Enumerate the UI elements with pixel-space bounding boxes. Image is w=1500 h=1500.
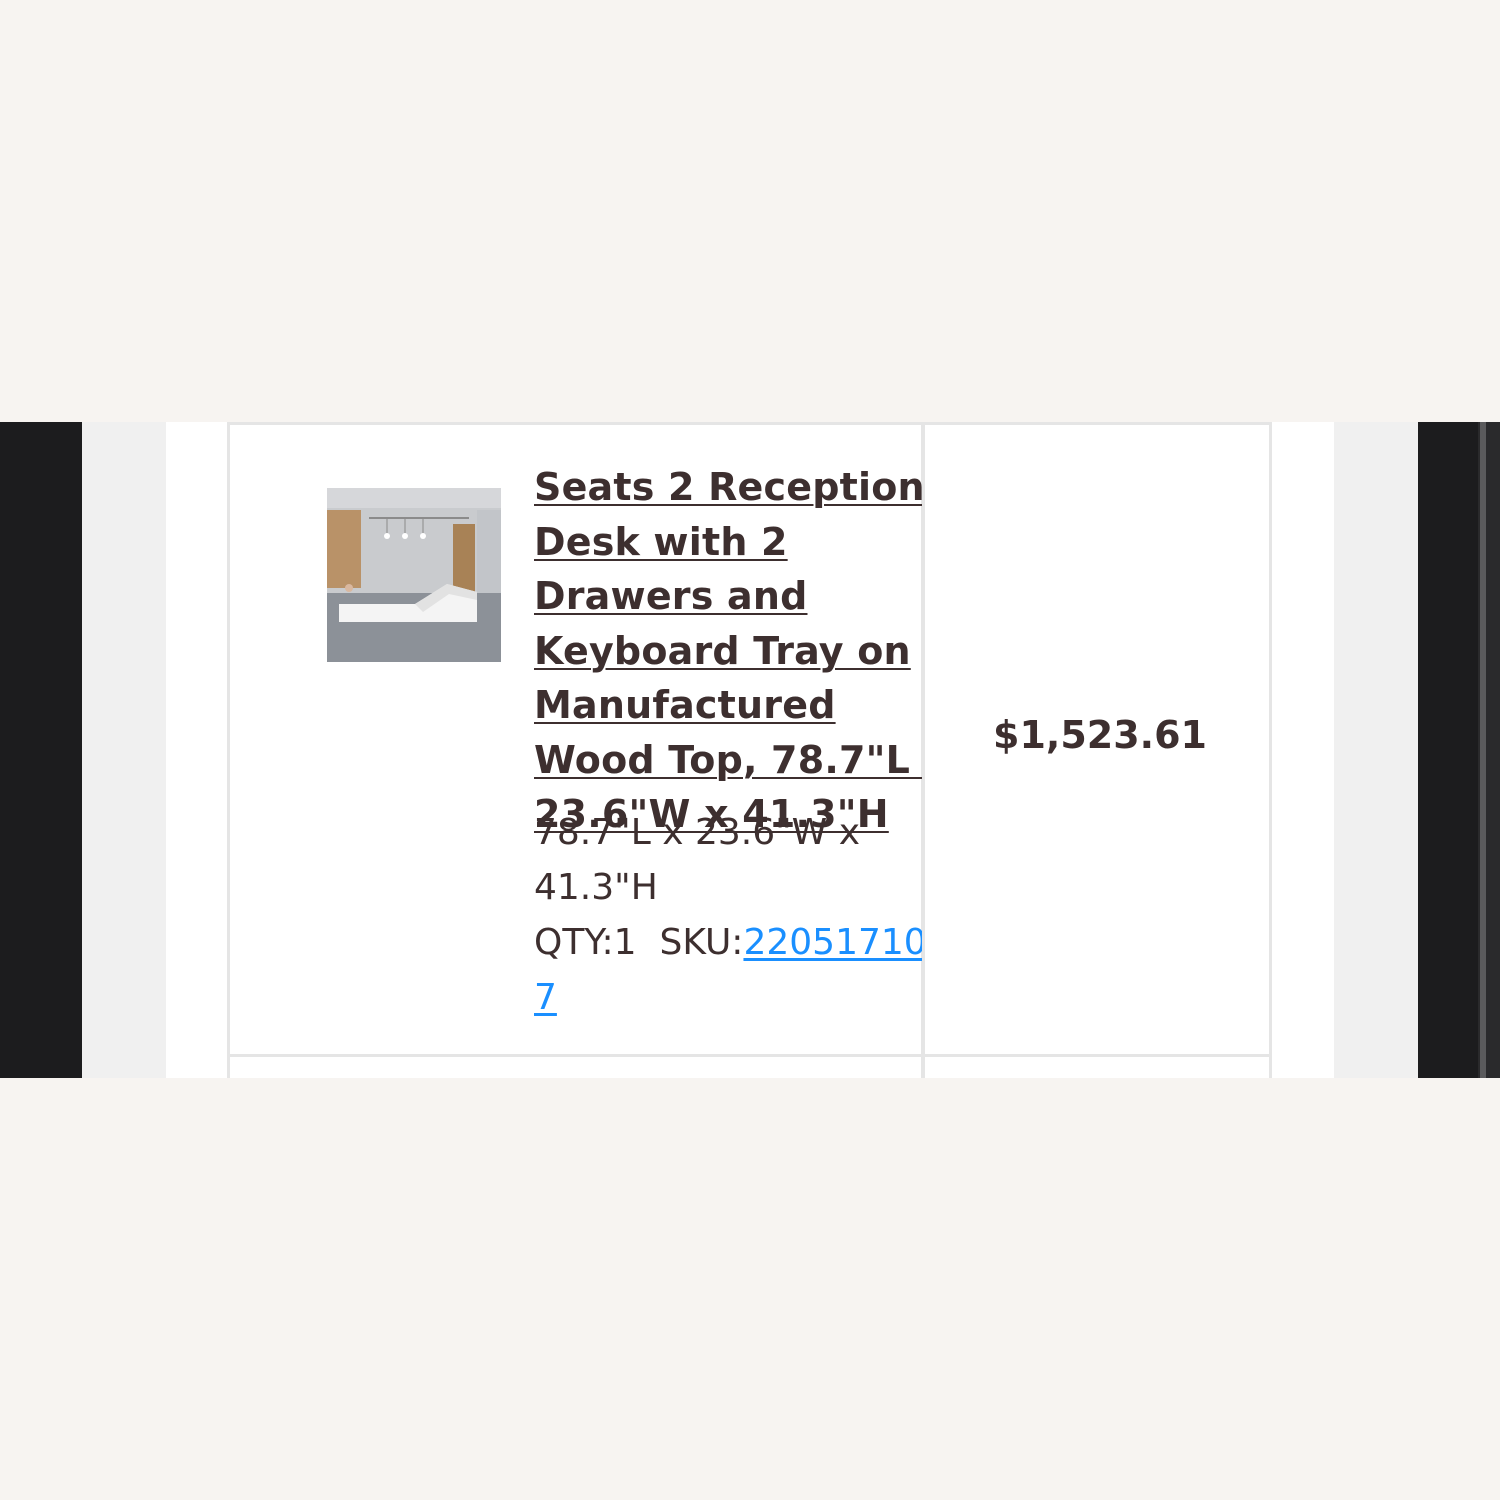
product-image-icon xyxy=(327,488,501,662)
next-row-product-cell xyxy=(227,1054,924,1078)
product-title-link[interactable]: Seats 2 Reception Desk with 2 Drawers an… xyxy=(534,460,954,842)
email-viewport: Seats 2 Reception Desk with 2 Drawers an… xyxy=(82,422,1418,1078)
price-cell: $1,523.61 xyxy=(922,422,1272,1058)
product-dimensions: 78.7"L x 23.6"W x 41.3"H xyxy=(534,812,861,908)
device-bezel-edge xyxy=(1480,422,1486,1078)
qty-label: QTY: xyxy=(534,922,614,963)
order-table: Seats 2 Reception Desk with 2 Drawers an… xyxy=(166,422,1334,1078)
qty-sku-line: QTY:1 SKU:2205171077 xyxy=(534,915,954,1025)
next-row-price-cell xyxy=(922,1054,1272,1078)
product-thumbnail[interactable] xyxy=(327,488,501,662)
sku-label: SKU: xyxy=(659,922,744,963)
item-price: $1,523.61 xyxy=(993,713,1207,757)
device-screen-band: Seats 2 Reception Desk with 2 Drawers an… xyxy=(0,422,1500,1078)
product-cell: Seats 2 Reception Desk with 2 Drawers an… xyxy=(227,422,950,1058)
qty-value: 1 xyxy=(613,922,637,963)
